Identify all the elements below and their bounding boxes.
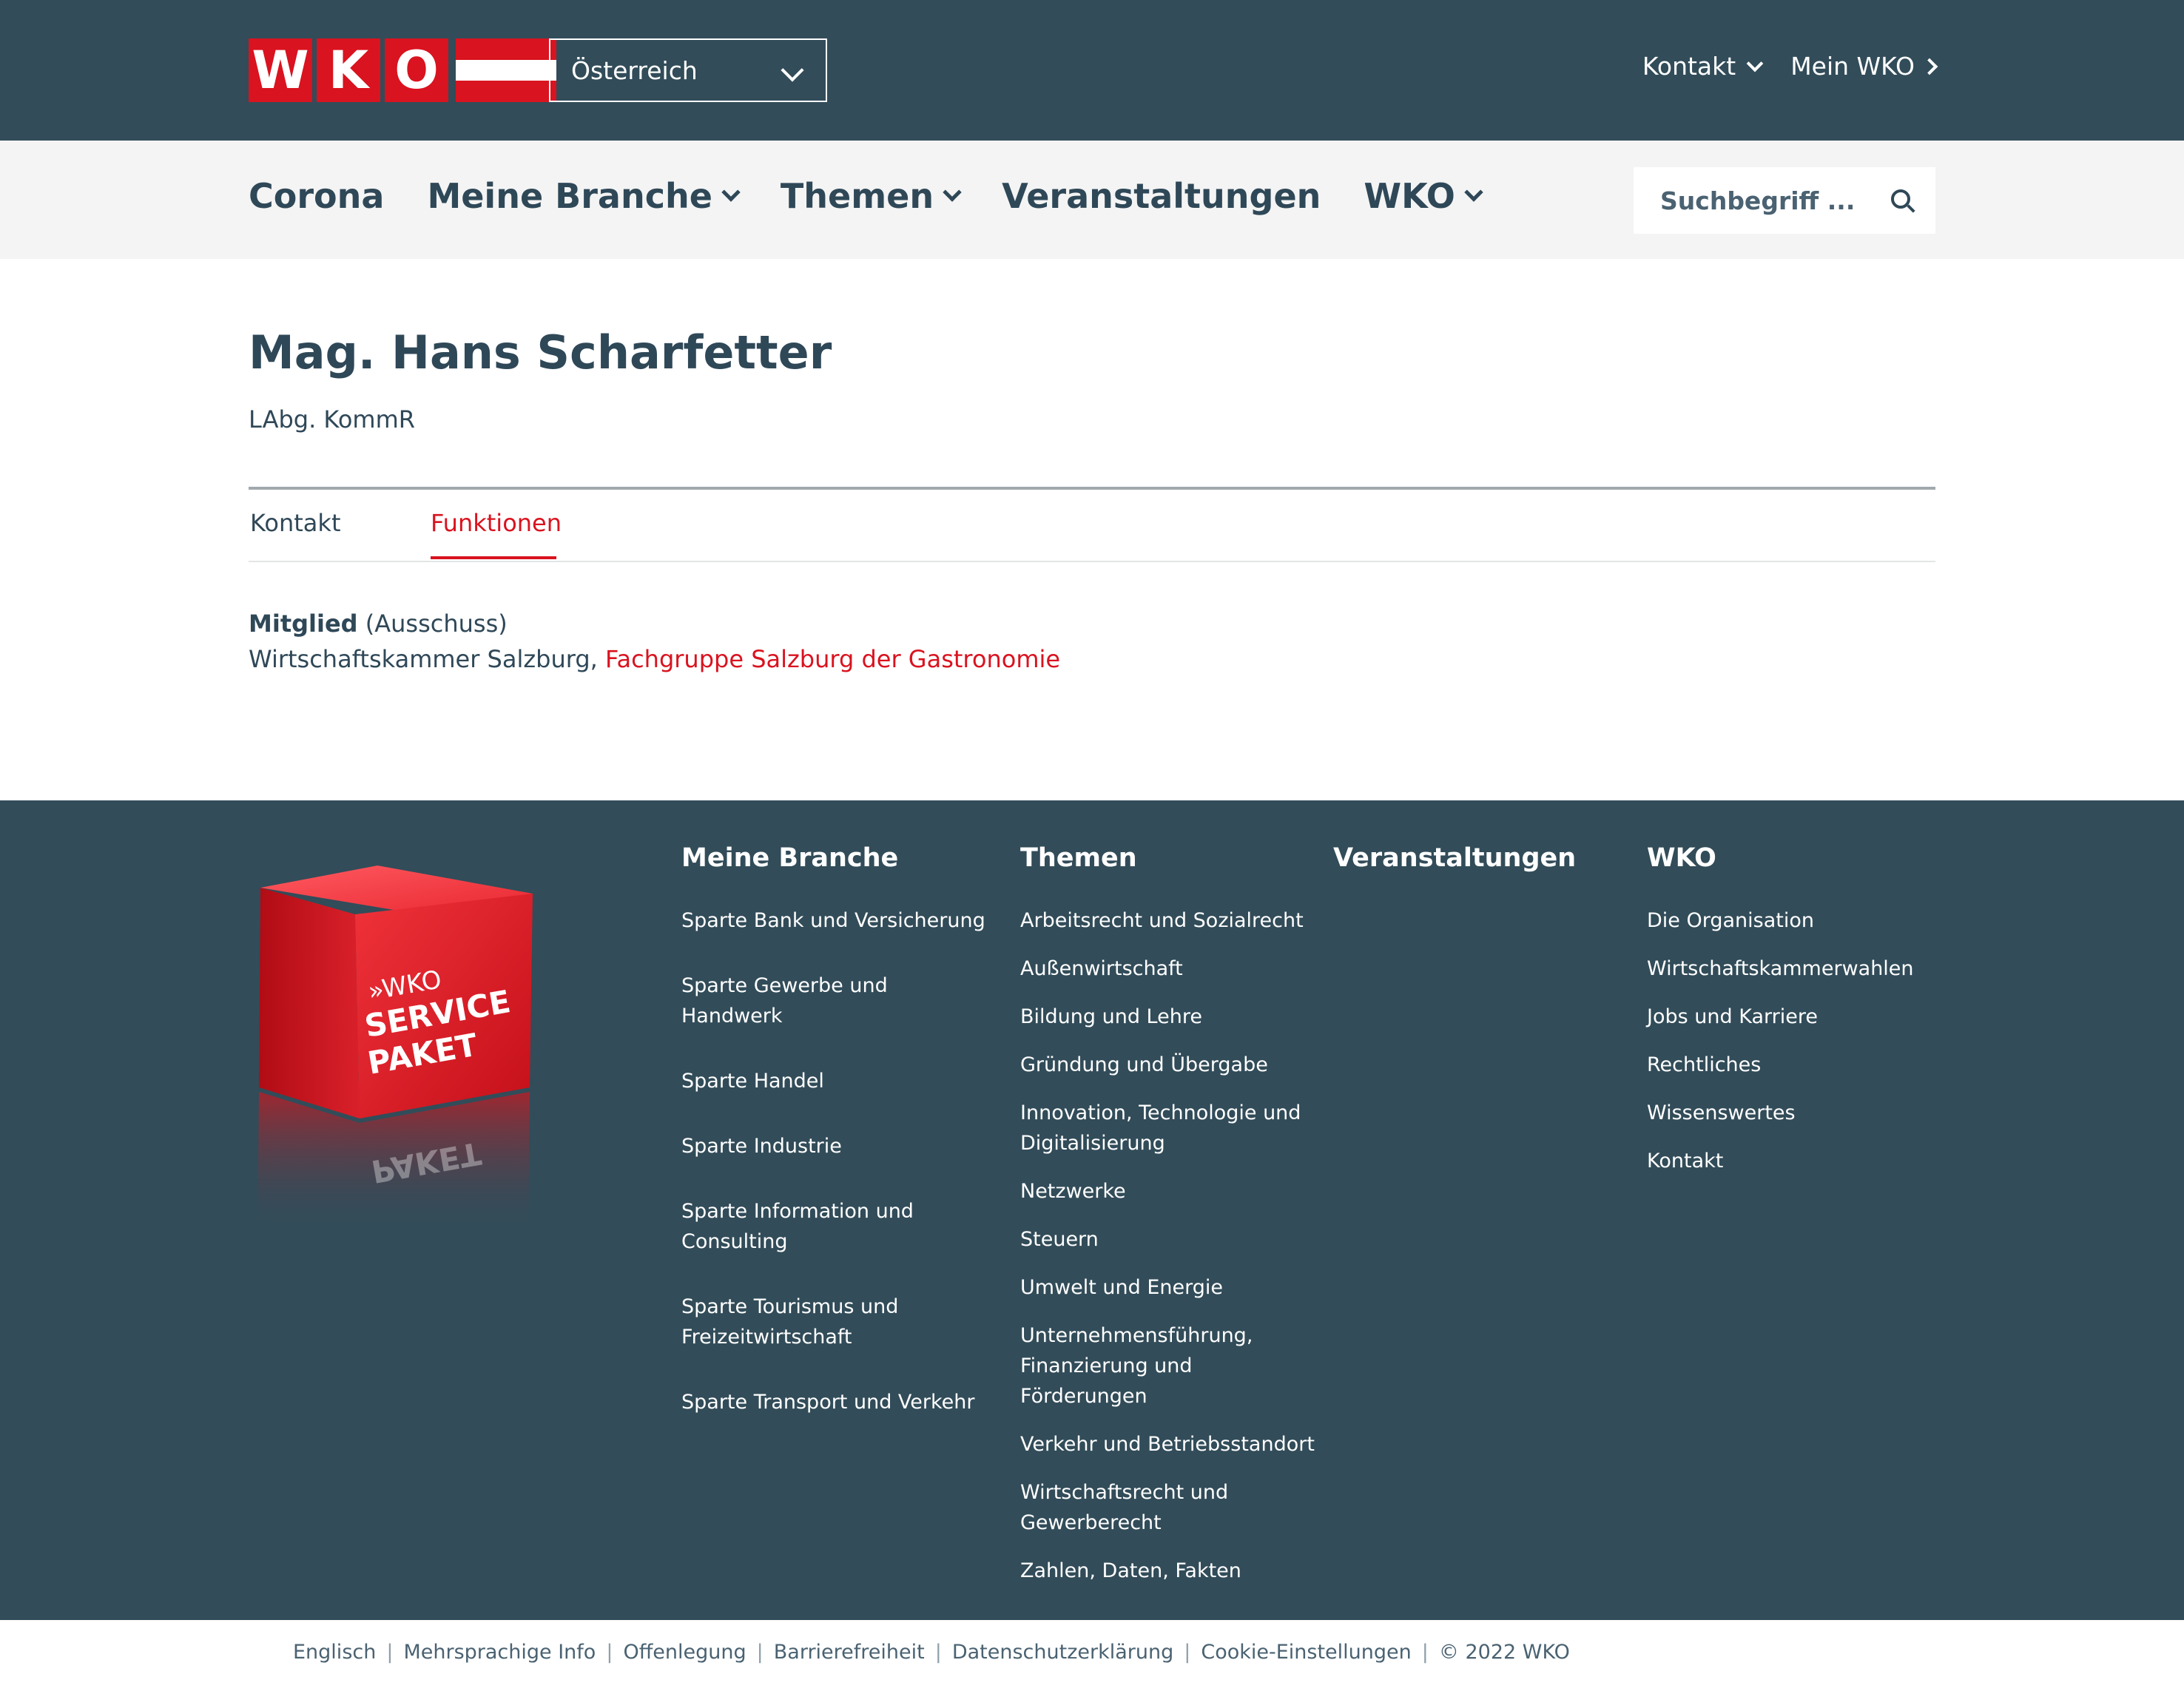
mein-wko-link[interactable]: Mein WKO — [1790, 52, 1938, 81]
wko-logo[interactable]: W K O — [249, 38, 556, 102]
function-role-detail: (Ausschuss) — [365, 610, 508, 638]
footer-col-title[interactable]: Veranstaltungen — [1333, 843, 1629, 873]
separator: | — [1184, 1641, 1191, 1664]
chevron-down-icon — [721, 183, 741, 202]
copyright: © 2022 WKO — [1438, 1641, 1570, 1664]
footer-link[interactable]: Zahlen, Daten, Fakten — [1020, 1556, 1331, 1586]
footer-col-wko: WKO Die Organisation Wirtschaftskammerwa… — [1647, 843, 1943, 1194]
footer-link[interactable]: Wirtschaftsrecht und Gewerberecht — [1020, 1477, 1242, 1538]
footer-link[interactable]: Umwelt und Energie — [1020, 1272, 1331, 1303]
mein-wko-label: Mein WKO — [1790, 52, 1915, 81]
search-input[interactable]: Suchbegriff ... — [1634, 167, 1935, 234]
nav-item-label: Corona — [249, 176, 385, 216]
nav-item-wko[interactable]: WKO — [1364, 176, 1483, 216]
tabs-divider-bottom — [249, 561, 1935, 562]
footer-link[interactable]: Kontakt — [1647, 1146, 1943, 1176]
footer-link[interactable]: Außenwirtschaft — [1020, 954, 1331, 984]
footer-link[interactable]: Steuern — [1020, 1224, 1331, 1255]
chevron-down-icon — [943, 183, 962, 202]
service-paket-image[interactable]: »WKO SERVICE PAKET PAKET — [252, 865, 540, 1235]
legal-link-cookie-einstellungen[interactable]: Cookie-Einstellungen — [1201, 1641, 1411, 1664]
function-role: Mitglied (Ausschuss) — [249, 610, 508, 638]
legal-link-mehrsprachige-info[interactable]: Mehrsprachige Info — [403, 1641, 596, 1664]
nav-item-themen[interactable]: Themen — [780, 176, 962, 216]
search-icon[interactable] — [1891, 189, 1910, 209]
austria-flag-icon — [456, 38, 556, 102]
separator: | — [934, 1641, 942, 1664]
footer-link[interactable]: Sparte Information und Consulting — [681, 1196, 918, 1257]
region-select-value: Österreich — [571, 55, 698, 85]
legal-link-barrierefreiheit[interactable]: Barrierefreiheit — [774, 1641, 925, 1664]
main-nav-bar: Corona Meine Branche Themen Veranstaltun… — [0, 141, 2184, 259]
legal-link-englisch[interactable]: Englisch — [293, 1641, 376, 1664]
tab-funktionen[interactable]: Funktionen — [431, 509, 562, 537]
footer-link[interactable]: Arbeitsrecht und Sozialrecht — [1020, 905, 1331, 936]
footer-col-title: WKO — [1647, 843, 1716, 873]
footer-col-title: Themen — [1020, 843, 1137, 873]
footer-link[interactable]: Innovation, Technologie und Digitalisier… — [1020, 1098, 1301, 1158]
separator: | — [1421, 1641, 1429, 1664]
footer-link[interactable]: Sparte Transport und Verkehr — [681, 1387, 992, 1417]
footer-link[interactable]: Sparte Gewerbe und Handwerk — [681, 971, 992, 1031]
footer-link[interactable]: Wirtschaftskammerwahlen — [1647, 954, 1943, 984]
tab-kontakt[interactable]: Kontakt — [250, 509, 340, 537]
footer-col-meine-branche: Meine Branche Sparte Bank und Versicheru… — [681, 843, 992, 1452]
footer-link[interactable]: Verkehr und Betriebsstandort — [1020, 1429, 1331, 1460]
footer-link[interactable]: Rechtliches — [1647, 1050, 1943, 1080]
logo-letter-w: W — [249, 38, 312, 102]
footer-link[interactable]: Jobs und Karriere — [1647, 1002, 1943, 1032]
kontakt-menu-label: Kontakt — [1642, 52, 1736, 81]
footer-link[interactable]: Sparte Industrie — [681, 1131, 992, 1161]
footer-link[interactable]: Die Organisation — [1647, 905, 1943, 936]
chevron-down-icon — [781, 58, 804, 82]
chevron-down-icon — [1464, 183, 1483, 202]
nav-item-label: Meine Branche — [427, 176, 712, 216]
footer-link[interactable]: Sparte Tourismus und Freizeitwirtschaft — [681, 1292, 918, 1352]
function-organization: Wirtschaftskammer Salzburg, Fachgruppe S… — [249, 645, 1060, 673]
logo-letter-k: K — [317, 38, 380, 102]
main-nav: Corona Meine Branche Themen Veranstaltun… — [249, 176, 1483, 216]
footer-link[interactable]: Sparte Handel — [681, 1066, 992, 1096]
footer-link[interactable]: Unternehmensführung, Finanzierung und Fö… — [1020, 1320, 1316, 1411]
tabs-divider-top — [249, 487, 1935, 490]
footer-link[interactable]: Bildung und Lehre — [1020, 1002, 1331, 1032]
nav-item-label: WKO — [1364, 176, 1455, 216]
legal-links: Englisch | Mehrsprachige Info | Offenleg… — [293, 1641, 1570, 1664]
function-role-name: Mitglied — [249, 610, 358, 638]
chevron-right-icon — [1921, 58, 1938, 75]
region-select[interactable]: Österreich — [549, 38, 827, 102]
nav-item-label: Veranstaltungen — [1002, 176, 1321, 216]
footer-col-themen: Themen Arbeitsrecht und Sozialrecht Auße… — [1020, 843, 1331, 1604]
fachgruppe-link[interactable]: Fachgruppe Salzburg der Gastronomie — [605, 645, 1060, 673]
chevron-down-icon — [1746, 55, 1764, 72]
organization-name: Wirtschaftskammer Salzburg, — [249, 645, 598, 673]
search-placeholder: Suchbegriff ... — [1660, 186, 1856, 215]
separator: | — [606, 1641, 613, 1664]
footer-link[interactable]: Netzwerke — [1020, 1176, 1331, 1207]
footer-link[interactable]: Wissenswertes — [1647, 1098, 1943, 1128]
footer-link[interactable]: Gründung und Übergabe — [1020, 1050, 1331, 1080]
footer-link[interactable]: Sparte Bank und Versicherung — [681, 905, 992, 936]
top-links: Kontakt Mein WKO — [1642, 52, 1938, 81]
nav-item-veranstaltungen[interactable]: Veranstaltungen — [1002, 176, 1321, 216]
legal-link-datenschutz[interactable]: Datenschutzerklärung — [952, 1641, 1173, 1664]
page-title: Mag. Hans Scharfetter — [249, 325, 832, 379]
cube-left — [259, 888, 360, 1118]
kontakt-menu[interactable]: Kontakt — [1642, 52, 1764, 81]
separator: | — [756, 1641, 764, 1664]
nav-item-label: Themen — [780, 176, 934, 216]
separator: | — [386, 1641, 394, 1664]
logo-letter-o: O — [385, 38, 448, 102]
footer-col-title: Meine Branche — [681, 843, 899, 873]
footer-col-veranstaltungen: Veranstaltungen — [1333, 843, 1629, 905]
nav-item-meine-branche[interactable]: Meine Branche — [427, 176, 741, 216]
nav-item-corona[interactable]: Corona — [249, 176, 384, 216]
legal-link-offenlegung[interactable]: Offenlegung — [623, 1641, 746, 1664]
active-tab-indicator — [431, 556, 556, 559]
person-title: LAbg. KommR — [249, 405, 415, 433]
